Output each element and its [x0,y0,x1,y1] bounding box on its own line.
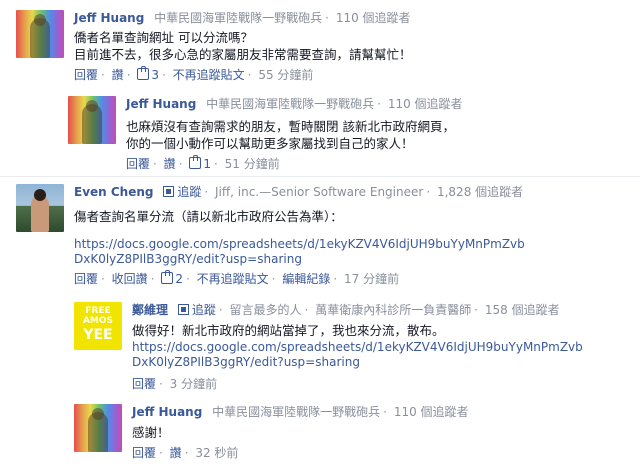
comment-text-line: 也麻煩沒有查詢需求的朋友，暫時關閉 該新北市政府網頁， [126,119,455,134]
author-name[interactable]: Even Cheng [74,185,154,199]
avatar[interactable] [68,96,116,144]
author-org[interactable]: 萬華衛康內科診所一負責醫師 [315,303,471,317]
timestamp[interactable]: 51 分鐘前 [225,157,280,171]
timestamp[interactable]: 32 秒前 [195,446,238,460]
author-org[interactable]: 中華民國海軍陸戰隊一野戰砲兵 [212,405,380,419]
like-count[interactable]: 1 [203,157,211,171]
link-line[interactable]: DxK0lyZ8PIlB3ggRY/edit?usp=sharing [132,355,583,370]
reply-button[interactable]: 回覆 [126,157,150,171]
reply-button[interactable]: 回覆 [74,272,98,286]
comment-text: 感謝！ [132,425,170,440]
reply-button[interactable]: 回覆 [132,446,156,460]
author-org[interactable]: 中華民國海軍陸戰隊一野戰砲兵 [154,11,322,25]
reply-button[interactable]: 回覆 [74,68,98,82]
like-button[interactable]: 讚 [170,446,182,460]
timestamp[interactable]: 3 分鐘前 [170,377,217,391]
comment-text: 傷者查詢名單分流（請以新北市政府公告為準）： [74,209,343,224]
comment-text-line: 目前進不去，很多心急的家屬朋友非常需要查詢，請幫幫忙！ [74,47,412,62]
author-name[interactable]: Jeff Huang [132,405,202,419]
follower-count: 158 個追蹤者 [484,303,560,317]
unlike-button[interactable]: 收回讚 [112,272,148,286]
like-count[interactable]: 3 [151,68,159,82]
author-name[interactable]: Jeff Huang [74,11,144,25]
author-org[interactable]: 中華民國海軍陸戰隊一野戰砲兵 [206,97,374,111]
author-name[interactable]: 鄭維理 [132,303,168,317]
like-count[interactable]: 2 [175,272,183,286]
follow-button[interactable]: 追蹤 [192,303,216,317]
unfollow-post-button[interactable]: 不再追蹤貼文 [197,272,269,286]
like-button[interactable]: 讚 [112,68,124,82]
top-commenter-badge: 留言最多的人 [229,303,302,317]
avatar[interactable] [16,184,64,232]
avatar[interactable] [16,10,64,58]
author-org[interactable]: Jiff, inc.—Senior Software Engineer [215,185,423,199]
avatar[interactable] [74,404,122,452]
follower-count: 110 個追蹤者 [387,97,463,111]
reply-button[interactable]: 回覆 [132,377,156,391]
link-line[interactable]: https://docs.google.com/spreadsheets/d/1… [74,237,525,252]
spreadsheet-link[interactable]: https://docs.google.com/spreadsheets/d/1… [132,340,583,370]
timestamp[interactable]: 17 分鐘前 [344,272,399,286]
comment-text: 做得好！新北市政府的網站當掉了，我也來分流，散布。 [132,323,445,338]
link-line[interactable]: DxK0lyZ8PIlB3ggRY/edit?usp=sharing [74,252,525,267]
follow-button[interactable]: 追蹤 [177,185,201,199]
follower-count: 1,828 個追蹤者 [436,185,524,199]
follower-count: 110 個追蹤者 [335,11,411,25]
avatar-text: FREE [85,306,111,316]
thumbs-up-icon[interactable] [161,270,174,284]
avatar-text: AMOS [82,316,114,326]
avatar[interactable]: FREE AMOS YEE [74,302,122,350]
thumbs-up-icon[interactable] [189,155,202,169]
avatar-text: YEE [83,327,113,343]
follow-icon[interactable] [177,304,189,315]
follower-count: 110 個追蹤者 [393,405,469,419]
like-button[interactable]: 讚 [164,157,176,171]
thumbs-up-icon[interactable] [137,66,150,80]
author-name[interactable]: Jeff Huang [126,97,196,111]
divider [0,176,640,177]
timestamp[interactable]: 55 分鐘前 [258,68,313,82]
unfollow-post-button[interactable]: 不再追蹤貼文 [173,68,245,82]
follow-icon[interactable] [163,186,175,197]
edit-history-link[interactable]: 編輯紀錄 [282,272,330,286]
spreadsheet-link[interactable]: https://docs.google.com/spreadsheets/d/1… [74,237,525,267]
comment-text-line: 僑者名單查詢網址 可以分流嗎？ [74,30,253,45]
link-line[interactable]: https://docs.google.com/spreadsheets/d/1… [132,340,583,355]
comment-text-line: 你的一個小動作可以幫助更多家屬找到自己的家人！ [126,136,414,151]
